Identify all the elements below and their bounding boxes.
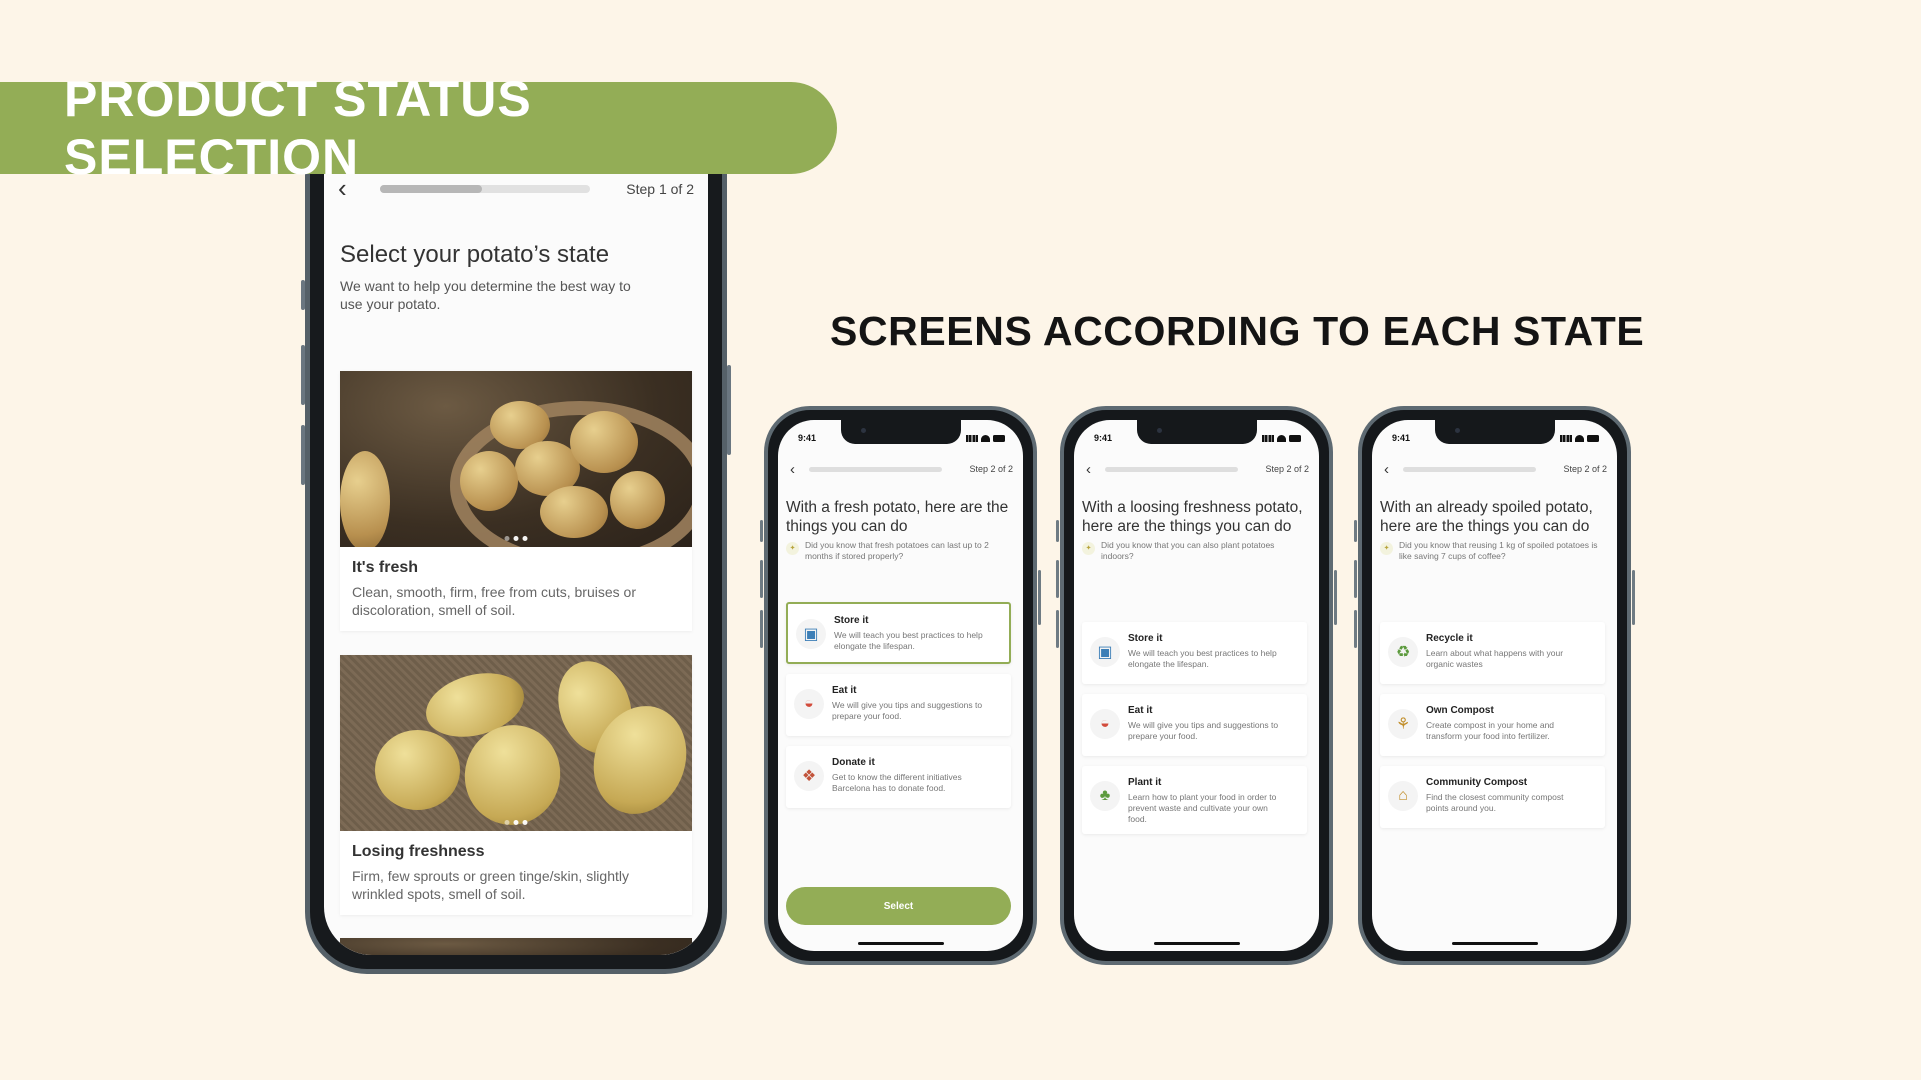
tip-text: Did you know that you can also plant pot… (1101, 540, 1275, 561)
option-store[interactable]: ▣ Store it We will teach you best practic… (1082, 622, 1307, 684)
page-title: PRODUCT STATUS SELECTION (64, 71, 532, 185)
option-title: Community Compost (1426, 777, 1528, 788)
home-indicator (1153, 942, 1240, 945)
screen-title: With a fresh potato, here are the things… (786, 499, 1009, 535)
option-title: Store it (1128, 633, 1163, 644)
lightbulb-icon: ✦ (1082, 542, 1095, 555)
battery-icon (993, 434, 1005, 442)
wifi-icon (1277, 434, 1286, 442)
spoiled-screen-phone: 9:41 ‹ Step 2 of 2 With an already spoil… (1354, 406, 1635, 965)
food-icon: ◒ (1090, 709, 1120, 739)
notch (1136, 420, 1257, 444)
back-icon[interactable]: ‹ (1086, 461, 1091, 478)
status-time: 9:41 (1094, 433, 1113, 443)
card-title: Losing freshness (352, 843, 485, 860)
compost-icon: ⚘ (1388, 709, 1418, 739)
option-description: Create compost in your home and transfor… (1426, 720, 1555, 741)
option-title: Eat it (1128, 705, 1153, 716)
section-heading: SCREENS ACCORDING TO EACH STATE (830, 308, 1645, 354)
losing-freshness-potatoes-image (340, 655, 692, 831)
fresh-screen-phone: 9:41 ‹ Step 2 of 2 With a fresh potato, … (760, 406, 1041, 965)
recycle-icon: ♻ (1388, 637, 1418, 667)
option-description: We will give you tips and suggestions to… (832, 700, 983, 721)
step-indicator: Step 2 of 2 (1265, 464, 1309, 474)
option-title: Donate it (832, 757, 875, 768)
screen-title: Select your potato’s state (340, 241, 610, 268)
option-description: We will teach you best practices to help… (1128, 648, 1277, 669)
losing-freshness-screen-phone: 9:41 ‹ Step 2 of 2 With a loosing freshn… (1056, 406, 1337, 965)
option-recycle[interactable]: ♻ Recycle it Learn about what happens wit… (1380, 622, 1605, 684)
progress-bar (1403, 466, 1536, 472)
tip: ✦ Did you know that reusing 1 kg of spoil… (1372, 536, 1617, 562)
option-description: Learn how to plant your food in order to… (1128, 792, 1277, 824)
select-button[interactable]: Select (786, 887, 1011, 925)
option-description: We will give you tips and suggestions to… (1128, 720, 1279, 741)
storage-icon: ▣ (796, 619, 826, 649)
battery-icon (1289, 434, 1301, 442)
signal-icon (1560, 434, 1572, 442)
progress-bar (380, 185, 590, 193)
back-icon[interactable]: ‹ (790, 461, 795, 478)
option-description: Get to know the different initiatives Ba… (832, 772, 962, 793)
option-title: Plant it (1128, 777, 1162, 788)
main-phone: ‹ Step 1 of 2 Select your potato’s state… (301, 150, 731, 974)
card-description: Firm, few sprouts or green tinge/skin, s… (352, 868, 629, 902)
screen-title: With a loosing freshness potato, here ar… (1082, 499, 1303, 535)
progress-bar (809, 466, 942, 472)
status-time: 9:41 (1392, 433, 1411, 443)
tip: ✦ Did you know that you can also plant po… (1074, 536, 1319, 562)
wifi-icon (981, 434, 990, 442)
option-eat[interactable]: ◒ Eat it We will give you tips and sugges… (1082, 694, 1307, 756)
card-description: Clean, smooth, firm, free from cuts, bru… (352, 584, 636, 618)
tip-text: Did you know that fresh potatoes can las… (805, 540, 989, 561)
tip-text: Did you know that reusing 1 kg of spoile… (1399, 540, 1598, 561)
main-screen: ‹ Step 1 of 2 Select your potato’s state… (324, 150, 708, 955)
battery-icon (1587, 434, 1599, 442)
option-title: Own Compost (1426, 705, 1494, 716)
notch (840, 420, 961, 444)
tip: ✦ Did you know that fresh potatoes can la… (778, 536, 1023, 562)
state-card-losing-freshness[interactable]: Losing freshness Firm, few sprouts or gr… (340, 655, 692, 915)
fresh-potatoes-image (340, 371, 692, 547)
lightbulb-icon: ✦ (1380, 542, 1393, 555)
state-card-fresh[interactable]: It's fresh Clean, smooth, firm, free fro… (340, 371, 692, 631)
home-indicator (1451, 942, 1538, 945)
home-indicator (857, 942, 944, 945)
state-card-partial[interactable] (340, 938, 692, 955)
option-store[interactable]: ▣ Store it We will teach you best practic… (786, 602, 1011, 664)
step-indicator: Step 2 of 2 (1563, 464, 1607, 474)
status-time: 9:41 (798, 433, 817, 443)
option-title: Store it (834, 615, 869, 626)
step-indicator: Step 2 of 2 (969, 464, 1013, 474)
option-title: Recycle it (1426, 633, 1473, 644)
plant-icon: ♣ (1090, 781, 1120, 811)
storage-icon: ▣ (1090, 637, 1120, 667)
option-donate[interactable]: ❖ Donate it Get to know the different ini… (786, 746, 1011, 808)
screen-subtitle: We want to help you determine the best w… (340, 278, 631, 312)
screen-title: With an already spoiled potato, here are… (1380, 499, 1593, 535)
title-banner: PRODUCT STATUS SELECTION (0, 71, 837, 185)
signal-icon (1262, 434, 1274, 442)
community-compost-icon: ⌂ (1388, 781, 1418, 811)
donate-icon: ❖ (794, 761, 824, 791)
option-own-compost[interactable]: ⚘ Own Compost Create compost in your home… (1380, 694, 1605, 756)
wifi-icon (1575, 434, 1584, 442)
notch (1434, 420, 1555, 444)
signal-icon (966, 434, 978, 442)
progress-bar (1105, 466, 1238, 472)
option-description: We will teach you best practices to help… (834, 630, 983, 651)
option-eat[interactable]: ◒ Eat it We will give you tips and sugges… (786, 674, 1011, 736)
back-icon[interactable]: ‹ (1384, 461, 1389, 478)
option-community-compost[interactable]: ⌂ Community Compost Find the closest comm… (1380, 766, 1605, 828)
option-description: Find the closest community compost point… (1426, 792, 1564, 813)
option-description: Learn about what happens with your organ… (1426, 648, 1564, 669)
option-plant[interactable]: ♣ Plant it Learn how to plant your food i… (1082, 766, 1307, 834)
option-title: Eat it (832, 685, 857, 696)
card-title: It's fresh (352, 559, 419, 576)
lightbulb-icon: ✦ (786, 542, 799, 555)
food-icon: ◒ (794, 689, 824, 719)
